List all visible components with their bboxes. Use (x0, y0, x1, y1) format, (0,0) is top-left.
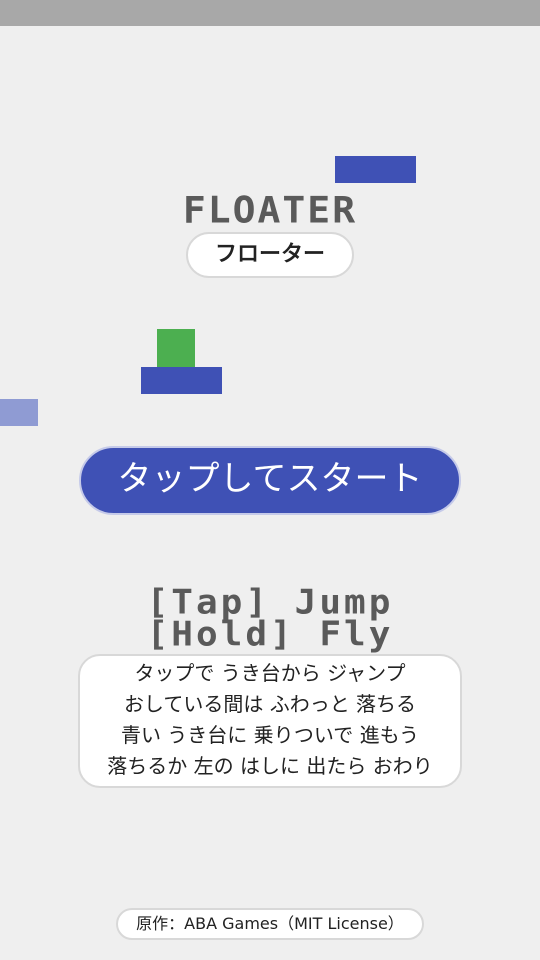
instruction-line: おしている間は ふわっと 落ちる (123, 692, 417, 716)
instructions-box: タップで うき台から ジャンプ おしている間は ふわっと 落ちる 青い うき台に… (78, 654, 462, 788)
player-block (157, 329, 195, 367)
platform-top (335, 156, 416, 183)
credit-text: 原作：ABA Games（MIT License） (136, 914, 404, 933)
instruction-line: 落ちるか 左の はしに 出たら おわり (107, 754, 433, 778)
platform-left-edge (0, 399, 38, 426)
start-button-label: タップしてスタート (117, 459, 423, 499)
instruction-line: タップで うき台から ジャンプ (134, 661, 406, 685)
hold-fly-help: [Hold] Fly (146, 615, 394, 654)
instruction-line: 青い うき台に 乗りついで 進もう (120, 723, 420, 747)
game-title: FLOATER (182, 189, 358, 231)
subtitle-pill: フローター (186, 232, 354, 278)
start-button[interactable]: タップしてスタート (79, 446, 461, 515)
subtitle-text: フローター (214, 242, 325, 267)
credit-pill: 原作：ABA Games（MIT License） (116, 908, 424, 940)
top-bar (0, 0, 540, 26)
platform-under-player (141, 367, 222, 394)
